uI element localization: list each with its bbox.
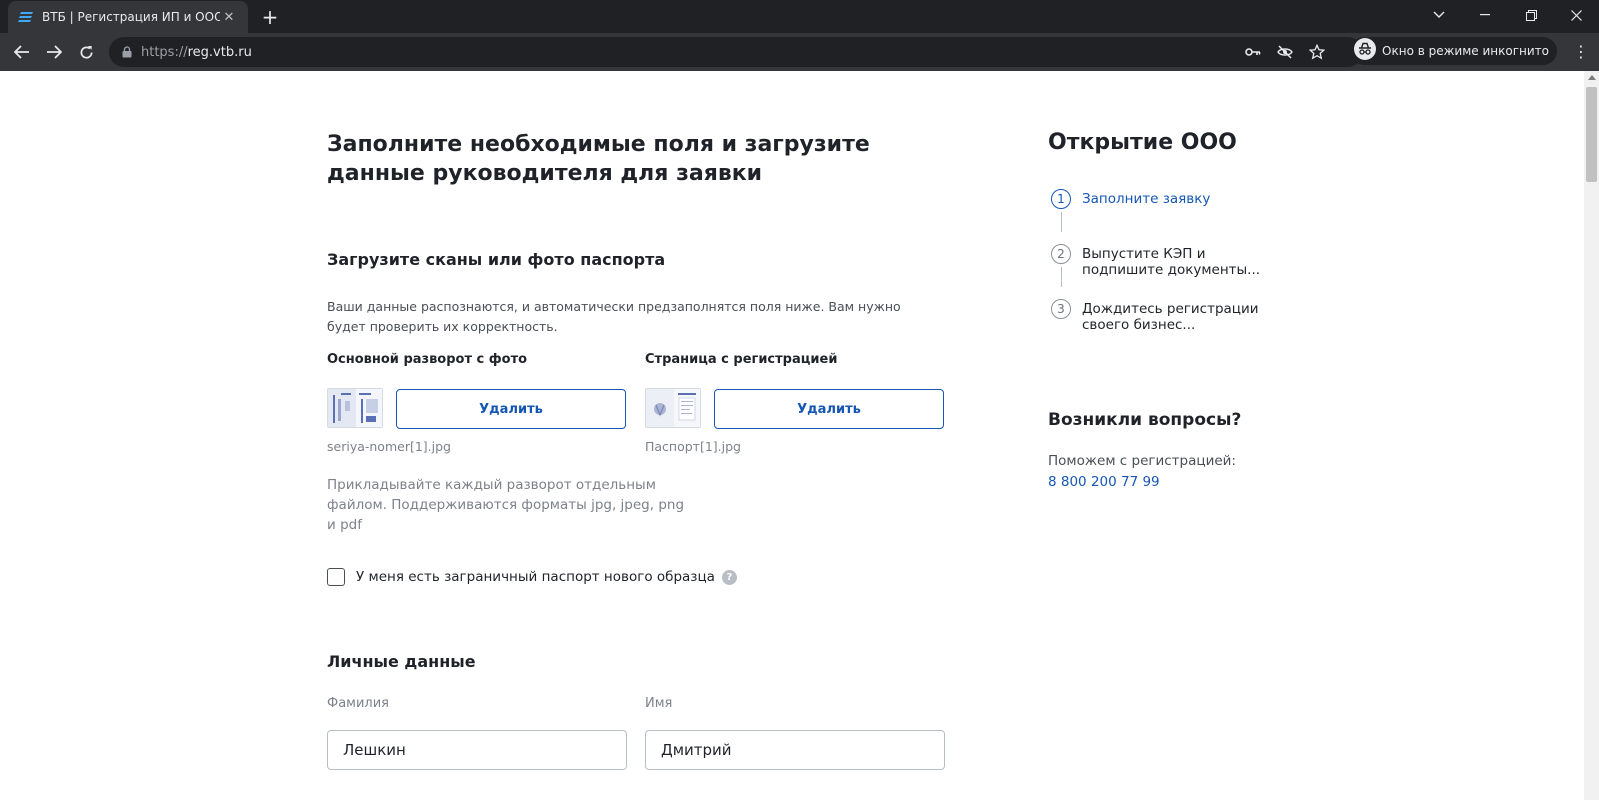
forward-arrow-icon[interactable] bbox=[40, 38, 68, 66]
sidebar-title: Открытие ООО bbox=[1048, 130, 1237, 155]
page-scrollbar[interactable] bbox=[1584, 71, 1599, 800]
address-bar[interactable]: https://reg.vtb.ru bbox=[109, 37, 1363, 67]
step-item-3: 3 Дождитесь регистрации своего бизнес... bbox=[1051, 299, 1272, 333]
browser-menu-icon[interactable]: ⋮ bbox=[1571, 41, 1591, 61]
help-question-icon[interactable]: ? bbox=[721, 569, 737, 585]
foreign-passport-row: У меня есть заграничный паспорт нового о… bbox=[327, 567, 737, 587]
incognito-label: Окно в режиме инкогнито bbox=[1382, 44, 1549, 58]
tab-search-chevron-icon[interactable] bbox=[1416, 0, 1462, 30]
key-icon[interactable] bbox=[1245, 44, 1261, 60]
step-number: 2 bbox=[1051, 244, 1071, 264]
step-number: 3 bbox=[1051, 299, 1071, 319]
page-title: Заполните необходимые поля и загрузите д… bbox=[327, 132, 870, 186]
main-spread-thumbnail bbox=[327, 388, 383, 428]
browser-tab-bar: ВТБ | Регистрация ИП и ООО ✕ + bbox=[0, 0, 1599, 33]
step-label: Дождитесь регистрации своего бизнес... bbox=[1082, 301, 1259, 333]
main-spread-filename: seriya-nomer[1].jpg bbox=[327, 439, 451, 454]
step-connector bbox=[1061, 212, 1062, 232]
surname-field[interactable] bbox=[327, 730, 627, 770]
incognito-icon bbox=[1354, 38, 1377, 64]
questions-title: Возникли вопросы? bbox=[1048, 410, 1242, 430]
eye-off-icon[interactable] bbox=[1277, 44, 1293, 60]
back-arrow-icon[interactable] bbox=[8, 38, 36, 66]
browser-toolbar: https://reg.vtb.ru Окно в режиме инкогни… bbox=[0, 33, 1599, 71]
upload-hint: Прикладывайте каждый разворот отдельным … bbox=[327, 477, 685, 533]
scroll-thumb[interactable] bbox=[1586, 87, 1597, 182]
step-connector bbox=[1061, 267, 1062, 287]
delete-registration-page-button[interactable]: Удалить bbox=[714, 389, 944, 429]
step-label: Заполните заявку bbox=[1082, 191, 1211, 207]
registration-page-thumbnail bbox=[645, 388, 701, 428]
step-number: 1 bbox=[1051, 189, 1071, 209]
step-label: Выпустите КЭП и подпишите документы... bbox=[1082, 246, 1261, 278]
main-spread-label: Основной разворот с фото bbox=[327, 352, 528, 367]
registration-page-filename: Паспорт[1].jpg bbox=[645, 439, 741, 454]
page-content: Заполните необходимые поля и загрузите д… bbox=[0, 71, 1584, 800]
close-window-icon[interactable] bbox=[1553, 0, 1599, 30]
incognito-indicator[interactable]: Окно в режиме инкогнито bbox=[1350, 37, 1557, 65]
passport-description: Ваши данные распознаются, и автоматическ… bbox=[327, 299, 901, 334]
reload-icon[interactable] bbox=[72, 38, 100, 66]
personal-data-title: Личные данные bbox=[327, 652, 476, 671]
lock-icon[interactable] bbox=[119, 44, 135, 60]
delete-main-spread-button[interactable]: Удалить bbox=[396, 389, 626, 429]
step-item-2: 2 Выпустите КЭП и подпишите документы... bbox=[1051, 244, 1272, 278]
registration-page-label: Страница с регистрацией bbox=[645, 352, 838, 367]
url-text: https://reg.vtb.ru bbox=[141, 44, 252, 60]
passport-section-title: Загрузите сканы или фото паспорта bbox=[327, 250, 666, 269]
restore-window-icon[interactable] bbox=[1508, 0, 1554, 30]
vtb-favicon-icon bbox=[18, 9, 34, 25]
scroll-up-arrow-icon[interactable] bbox=[1588, 75, 1596, 80]
questions-text: Поможем с регистрацией: bbox=[1048, 453, 1236, 469]
new-tab-plus-icon[interactable]: + bbox=[258, 5, 282, 29]
name-field[interactable] bbox=[645, 730, 945, 770]
foreign-passport-label[interactable]: У меня есть заграничный паспорт нового о… bbox=[356, 569, 715, 585]
tab-close-icon[interactable]: ✕ bbox=[220, 8, 238, 26]
name-label: Имя bbox=[645, 696, 673, 711]
foreign-passport-checkbox[interactable] bbox=[327, 568, 345, 586]
tab-title: ВТБ | Регистрация ИП и ООО bbox=[42, 10, 220, 24]
minimize-icon[interactable] bbox=[1462, 0, 1508, 30]
support-phone-link[interactable]: 8 800 200 77 99 bbox=[1048, 474, 1160, 490]
step-item-1: 1 Заполните заявку bbox=[1051, 189, 1272, 209]
bookmark-star-icon[interactable] bbox=[1309, 44, 1325, 60]
surname-label: Фамилия bbox=[327, 696, 389, 711]
browser-tab[interactable]: ВТБ | Регистрация ИП и ООО ✕ bbox=[8, 1, 248, 33]
